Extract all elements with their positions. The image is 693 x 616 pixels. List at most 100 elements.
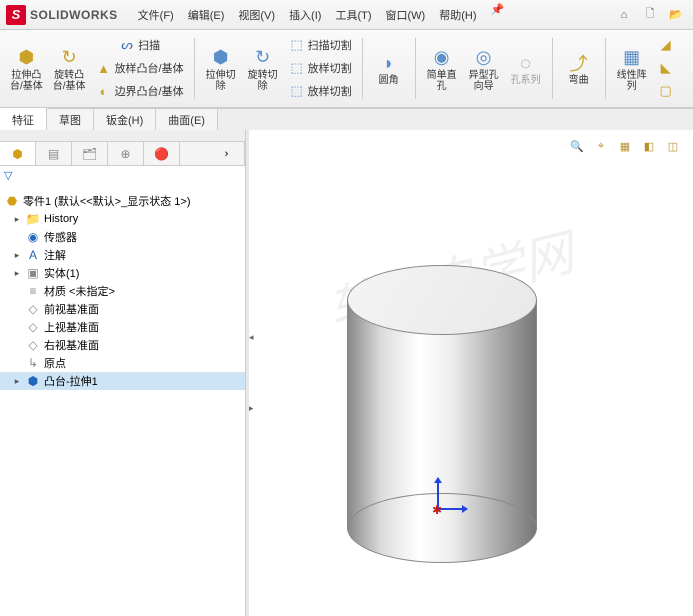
- ribbon-tabs: 特征 草图 钣金(H) 曲面(E): [0, 108, 693, 130]
- tab-surface[interactable]: 曲面(E): [156, 109, 218, 130]
- mgr-tab-config[interactable]: 🗂: [72, 142, 108, 165]
- bend-button[interactable]: ⤴ 弯曲: [559, 34, 599, 103]
- revolve-boss-button[interactable]: ↻ 旋转凸 台/基体: [49, 34, 90, 103]
- twisty-icon[interactable]: ▸: [12, 376, 22, 387]
- mgr-tab-dimxpert[interactable]: ⊕: [108, 142, 144, 165]
- tree-row[interactable]: ▸📁History: [0, 210, 245, 228]
- new-icon[interactable]: 🗋: [639, 4, 661, 26]
- shell-icon: ▢: [658, 83, 674, 99]
- loft-button[interactable]: ▲放样凸台/基体: [92, 57, 188, 79]
- twisty-icon[interactable]: ▸: [12, 214, 22, 225]
- hole-series-icon: ◌: [514, 51, 538, 75]
- config-icon: 🗂: [82, 146, 98, 162]
- fillet-button[interactable]: ◗ 圆角: [369, 34, 409, 103]
- tree-row[interactable]: ▸▣实体(1): [0, 264, 245, 282]
- tab-features[interactable]: 特征: [0, 108, 47, 130]
- menu-help[interactable]: 帮助(H): [433, 3, 482, 27]
- loft-cut-icon: ⬚: [289, 60, 305, 76]
- mgr-tab-more[interactable]: ›: [209, 142, 245, 165]
- collapse-left-icon[interactable]: ◂: [249, 302, 261, 373]
- open-icon[interactable]: 📂: [665, 4, 687, 26]
- manager-tabs: ⬢ ▤ 🗂 ⊕ 🔴 ›: [0, 142, 245, 166]
- bend-label: 弯曲: [569, 75, 589, 86]
- menu-edit[interactable]: 编辑(E): [182, 3, 231, 27]
- expand-right-icon[interactable]: ▸: [249, 373, 261, 444]
- extrude-cut-icon: ⬢: [209, 46, 233, 70]
- pin-icon[interactable]: 📌: [491, 3, 505, 27]
- boundary-icon: ◐: [96, 83, 112, 99]
- mgr-tab-display[interactable]: 🔴: [144, 142, 180, 165]
- tab-sheetmetal[interactable]: 钣金(H): [94, 109, 156, 130]
- extra2-button[interactable]: ◣: [654, 57, 678, 79]
- extra3-button[interactable]: ▢: [654, 80, 678, 102]
- hole-simple-button[interactable]: ◉ 简单直 孔: [422, 34, 462, 103]
- bend-icon: ⤴: [567, 51, 591, 75]
- tree-root[interactable]: ⬣ 零件1 (默认<<默认>_显示状态 1>): [0, 192, 245, 210]
- tree-row[interactable]: ≡材质 <未指定>: [0, 282, 245, 300]
- feature-tree: ⬣ 零件1 (默认<<默认>_显示状态 1>) ▸📁History◉传感器▸A注…: [0, 188, 245, 394]
- command-toolbar: ⬢ 拉伸凸 台/基体 ↻ 旋转凸 台/基体 ᔕ扫描 ▲放样凸台/基体 ◐边界凸台…: [0, 30, 693, 108]
- revolve-cut-button[interactable]: ↻ 旋转切 除: [243, 34, 283, 103]
- revolve-cut-label: 旋转切 除: [248, 70, 278, 92]
- view-orient-icon[interactable]: ▦: [615, 136, 635, 156]
- tree-row[interactable]: ▸A注解: [0, 246, 245, 264]
- boundary-button[interactable]: ◐边界凸台/基体: [92, 80, 188, 102]
- menu-view[interactable]: 视图(V): [232, 3, 281, 27]
- node-icon: A: [25, 247, 41, 263]
- origin-star-icon: ✱: [432, 503, 442, 517]
- mgr-tab-feature[interactable]: ⬢: [0, 142, 36, 165]
- twisty-icon[interactable]: ▸: [12, 268, 22, 279]
- home-icon[interactable]: ⌂: [613, 4, 635, 26]
- tree-row[interactable]: ▸⬢凸台-拉伸1: [0, 372, 245, 390]
- draft-icon: ◣: [658, 60, 674, 76]
- loft-cut-button[interactable]: ⬚放样切割: [285, 57, 356, 79]
- section-icon[interactable]: ◫: [663, 136, 683, 156]
- zoom-area-icon[interactable]: ⌖: [591, 136, 611, 156]
- linear-pattern-button[interactable]: ▦ 线性阵 列: [612, 34, 652, 103]
- menu-window[interactable]: 窗口(W): [380, 3, 432, 27]
- tree-row[interactable]: ◇右视基准面: [0, 336, 245, 354]
- hole-series-button[interactable]: ◌ 孔系列: [506, 34, 546, 103]
- menu-tools[interactable]: 工具(T): [329, 3, 377, 27]
- twisty-icon[interactable]: ▸: [12, 250, 22, 261]
- tab-sketch[interactable]: 草图: [47, 109, 94, 130]
- linear-pattern-label: 线性阵 列: [617, 70, 647, 92]
- main-area: ⬢ ▤ 🗂 ⊕ 🔴 › ▽ ⬣ 零件1 (默认<<默认>_显示状态 1>) ▸📁…: [0, 130, 693, 616]
- node-icon: ⬢: [25, 373, 41, 389]
- loft-cut2-button[interactable]: ⬚放样切割: [285, 80, 356, 102]
- view-tools: 🔍 ⌖ ▦ ◧ ◫: [567, 136, 683, 156]
- menu-file[interactable]: 文件(F): [132, 3, 180, 27]
- collapse-panel: ◂ ▸: [249, 130, 261, 616]
- node-label: 材质 <未指定>: [44, 283, 115, 299]
- extrude-cut-label: 拉伸切 除: [206, 70, 236, 92]
- node-icon: 📁: [25, 211, 41, 227]
- tree-row[interactable]: ◇前视基准面: [0, 300, 245, 318]
- model-cylinder[interactable]: [347, 265, 537, 535]
- sweep-cut-button[interactable]: ⬚扫描切割: [285, 34, 356, 56]
- sweep-button[interactable]: ᔕ扫描: [115, 34, 164, 56]
- funnel-icon[interactable]: ▽: [4, 169, 20, 185]
- menu-insert[interactable]: 插入(I): [283, 3, 327, 27]
- cut-group: ⬚扫描切割 ⬚放样切割 ⬚放样切割: [285, 34, 356, 103]
- extra1-button[interactable]: ◢: [654, 34, 678, 56]
- node-label: 凸台-拉伸1: [44, 373, 98, 389]
- tree-row[interactable]: ◇上视基准面: [0, 318, 245, 336]
- extrude-cut-button[interactable]: ⬢ 拉伸切 除: [201, 34, 241, 103]
- tree-row[interactable]: ↳原点: [0, 354, 245, 372]
- tree-row[interactable]: ◉传感器: [0, 228, 245, 246]
- node-icon: ◇: [25, 319, 41, 335]
- hole-series-label: 孔系列: [511, 75, 541, 86]
- graphics-viewport[interactable]: 🔍 ⌖ ▦ ◧ ◫ 软件自学网 ✱: [261, 130, 693, 616]
- part-icon: ⬣: [4, 193, 20, 209]
- zoom-fit-icon[interactable]: 🔍: [567, 136, 587, 156]
- node-icon: ◇: [25, 337, 41, 353]
- extrude-boss-button[interactable]: ⬢ 拉伸凸 台/基体: [6, 34, 47, 103]
- display-style-icon[interactable]: ◧: [639, 136, 659, 156]
- node-label: 实体(1): [44, 265, 79, 281]
- node-icon: ◇: [25, 301, 41, 317]
- hole-wizard-label: 异型孔 向导: [469, 70, 499, 92]
- hole-wizard-button[interactable]: ◎ 异型孔 向导: [464, 34, 504, 103]
- app-logo: S SOLIDWORKS: [6, 5, 118, 25]
- node-icon: ↳: [25, 355, 41, 371]
- mgr-tab-property[interactable]: ▤: [36, 142, 72, 165]
